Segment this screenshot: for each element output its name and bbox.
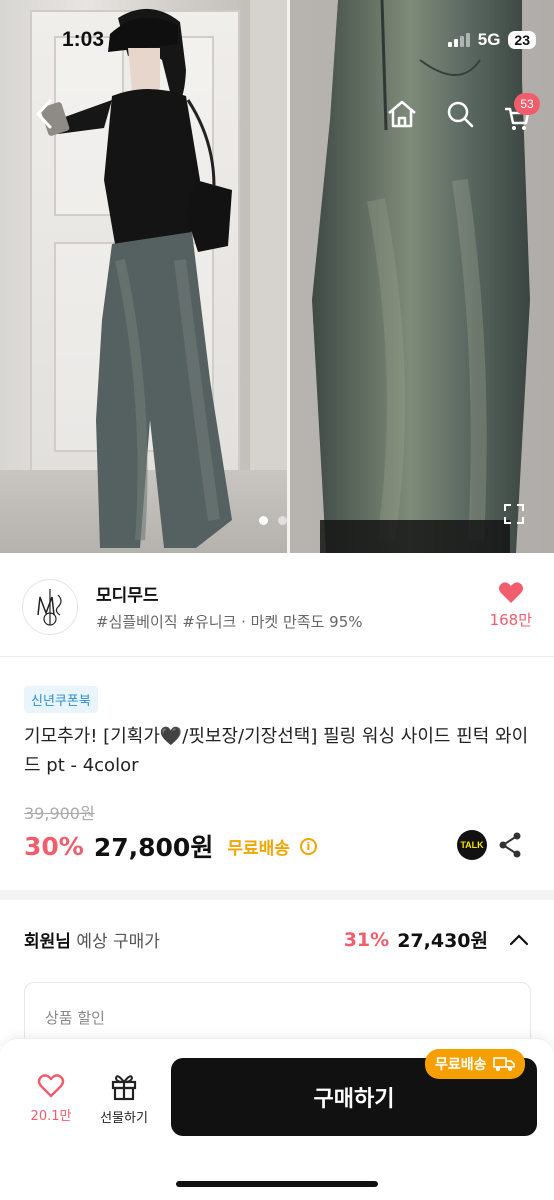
home-icon — [388, 100, 416, 128]
store-like-count: 168만 — [489, 611, 532, 629]
back-button[interactable] — [26, 96, 62, 132]
bottom-action-bar: 20.1만 선물하기 구매하기 무료배송 — [0, 1038, 554, 1200]
gallery-pagination — [259, 516, 287, 525]
member-discount: 31% — [343, 928, 390, 951]
network-label: 5G — [477, 30, 501, 49]
product-photo-2 — [290, 0, 554, 553]
coupon-badge[interactable]: 신년쿠폰북 — [24, 686, 98, 713]
chevron-up-icon[interactable] — [508, 933, 530, 947]
free-shipping-pill-label: 무료배송 — [435, 1057, 487, 1073]
store-logo-mark — [37, 589, 62, 626]
member-amount: 27,430원 — [397, 930, 488, 952]
model-figure — [40, 8, 232, 548]
buy-button-label: 구매하기 — [313, 1087, 395, 1112]
original-price: 39,900원 — [24, 804, 95, 823]
info-icon[interactable]: i — [299, 837, 317, 855]
member-price-row[interactable]: 회원님 예상 구매가 31% 27,430원 — [24, 926, 530, 953]
heart-outline-icon — [37, 1074, 65, 1098]
discount-rate: 30% — [24, 831, 84, 861]
like-count: 20.1만 — [30, 1109, 72, 1124]
heart-filled-icon — [498, 582, 523, 603]
home-button[interactable] — [382, 96, 422, 132]
truck-icon — [492, 1057, 515, 1071]
expand-icon — [504, 504, 524, 524]
member-price-label: 회원님 예상 구매가 — [24, 932, 160, 952]
back-arrow-icon — [36, 99, 52, 129]
store-name[interactable]: 모디무드 — [96, 581, 159, 606]
gift-button[interactable]: 선물하기 — [93, 1071, 155, 1126]
cart-count-badge: 53 — [514, 93, 540, 115]
search-icon — [447, 101, 474, 128]
status-time: 1:03 — [62, 28, 105, 51]
signal-icon — [447, 33, 470, 47]
kakao-talk-button[interactable]: TALK — [457, 830, 487, 860]
like-button[interactable]: 20.1만 — [26, 1073, 76, 1124]
battery-indicator: 23 — [508, 31, 536, 49]
pagination-dot[interactable] — [278, 516, 287, 525]
section-divider — [0, 890, 554, 900]
product-title: 기모추가! [기획가🖤/핏보장/기장선택] 필링 워싱 사이드 핀턱 와이드 p… — [24, 726, 529, 776]
store-logo[interactable] — [22, 579, 78, 635]
share-icon — [499, 832, 521, 858]
gift-icon — [111, 1075, 137, 1101]
store-row[interactable]: 모디무드 #심플베이직 #유니크 · 마켓 만족도 95% 168만 — [0, 553, 554, 657]
jeans-closeup — [312, 0, 530, 553]
discount-card-title: 상품 할인 — [45, 1009, 105, 1027]
member-price: 31% 27,430원 — [344, 926, 530, 953]
store-tags: #심플베이직 #유니크 · 마켓 만족도 95% — [96, 613, 363, 631]
search-button[interactable] — [440, 96, 480, 132]
store-like-button[interactable]: 168만 — [490, 581, 532, 630]
gift-label: 선물하기 — [100, 1111, 148, 1126]
fullscreen-button[interactable] — [500, 500, 528, 528]
sale-price: 27,800원 — [93, 833, 214, 862]
product-photo-1 — [0, 0, 287, 553]
pagination-dot[interactable] — [259, 516, 268, 525]
home-indicator — [176, 1181, 378, 1187]
share-button[interactable] — [498, 832, 522, 862]
product-image-gallery[interactable]: 1:03 5G 23 53 — [0, 0, 554, 553]
status-indicators: 5G 23 — [447, 30, 536, 50]
free-shipping-label: 무료배송 — [227, 838, 290, 859]
price-row: 30% 27,800원 무료배송 i — [24, 828, 317, 864]
free-shipping-pill: 무료배송 — [425, 1049, 525, 1079]
